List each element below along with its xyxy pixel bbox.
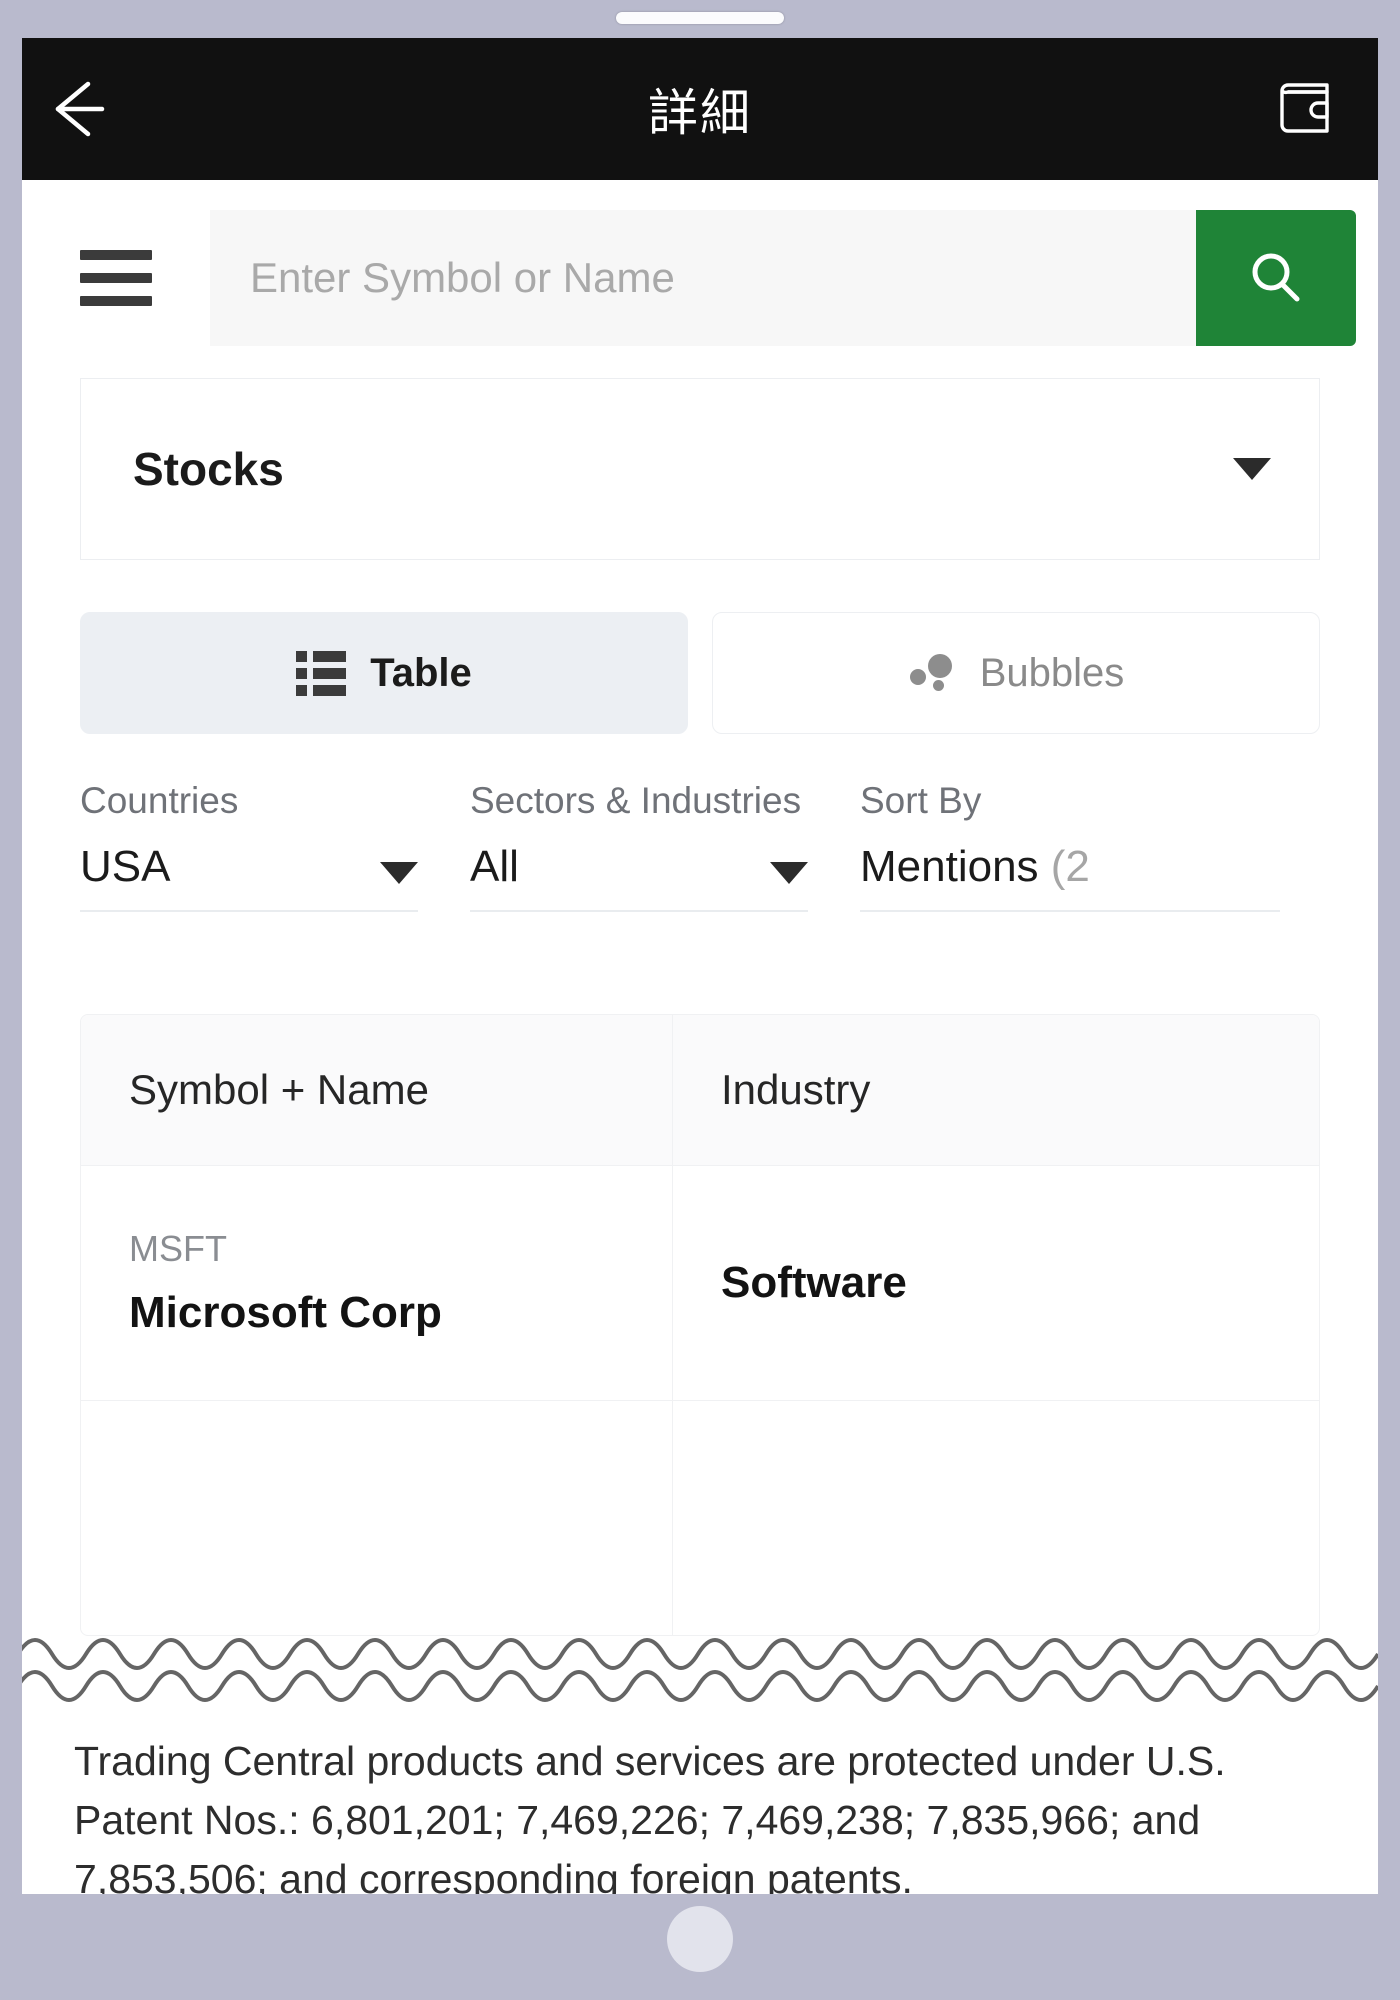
- column-header-industry[interactable]: Industry: [673, 1015, 1319, 1165]
- results-table: Symbol + Name Industry MSFT Microsoft Co…: [80, 1014, 1320, 1636]
- search-icon: [1252, 253, 1300, 302]
- search-input[interactable]: [210, 210, 1196, 346]
- hamburger-bar: [80, 296, 152, 306]
- wallet-icon: [1280, 83, 1329, 133]
- row-industry: Software: [721, 1258, 907, 1307]
- filter-countries-select[interactable]: USA: [80, 840, 418, 912]
- filter-sectors-label: Sectors & Industries: [470, 780, 802, 821]
- asset-class-value: Stocks: [133, 443, 284, 495]
- back-button[interactable]: [46, 67, 130, 151]
- row-ticker: MSFT: [129, 1228, 227, 1269]
- arrow-left-icon: [55, 81, 105, 137]
- search-bar: [22, 180, 1378, 364]
- cell-industry: [673, 1401, 1319, 1635]
- bubbles-icon: [908, 652, 956, 694]
- filter-countries-label: Countries: [80, 780, 239, 821]
- app-bar: 詳細: [22, 38, 1378, 180]
- filter-sectors-select[interactable]: All: [470, 840, 808, 912]
- wavy-tear-icon: [22, 1638, 1378, 1702]
- chevron-down-icon: [770, 862, 808, 884]
- filter-sortby-label: Sort By: [860, 780, 982, 821]
- tab-bubbles-label: Bubbles: [979, 650, 1125, 695]
- search-field-group: [210, 210, 1356, 346]
- hamburger-bar: [80, 273, 152, 283]
- row-company-name: Microsoft Corp: [129, 1288, 442, 1337]
- search-button[interactable]: [1196, 210, 1356, 346]
- cell-industry: Software: [673, 1166, 1319, 1400]
- page-title: 詳細: [648, 85, 752, 141]
- tab-table[interactable]: Table: [80, 612, 688, 734]
- tab-table-label: Table: [370, 650, 472, 695]
- filter-sortby-select[interactable]: Mentions (2: [860, 840, 1280, 912]
- list-table-icon: [296, 650, 347, 696]
- column-header-symbol-name[interactable]: Symbol + Name: [81, 1015, 673, 1165]
- filter-countries: Countries USA: [80, 780, 470, 912]
- table-row[interactable]: [81, 1400, 1319, 1635]
- filter-sectors-value: All: [470, 842, 519, 891]
- chevron-down-icon: [1233, 458, 1271, 480]
- hamburger-menu-icon[interactable]: [80, 250, 152, 306]
- filter-sortby: Sort By Mentions (2: [860, 780, 1280, 912]
- filter-sortby-value: Mentions (2: [860, 842, 1090, 891]
- table-header-row: Symbol + Name Industry: [81, 1015, 1319, 1165]
- chevron-down-icon: [380, 862, 418, 884]
- table-row[interactable]: MSFT Microsoft Corp Software: [81, 1165, 1319, 1400]
- view-toggle-group: Table Bubbles: [80, 612, 1320, 734]
- asset-class-dropdown[interactable]: Stocks: [80, 378, 1320, 560]
- cell-symbol-name: [81, 1401, 673, 1635]
- tab-bubbles[interactable]: Bubbles: [712, 612, 1320, 734]
- footer-disclaimer: Trading Central products and services ar…: [74, 1738, 1226, 1894]
- filter-sectors: Sectors & Industries All: [470, 780, 860, 912]
- filters-row: Countries USA Sectors & Industries All S…: [22, 780, 1378, 912]
- speaker-grille: [616, 12, 784, 24]
- content-break-separator: [22, 1628, 1378, 1706]
- filter-countries-value: USA: [80, 842, 171, 891]
- hamburger-bar: [80, 250, 152, 260]
- home-button[interactable]: [667, 1906, 733, 1972]
- device-screen: 詳細 Enter Symbol or Name Stocks Table Bub…: [22, 38, 1378, 1894]
- wallet-button[interactable]: [1268, 72, 1342, 146]
- device-frame: 詳細 Enter Symbol or Name Stocks Table Bub…: [0, 0, 1400, 2000]
- cell-symbol-name: MSFT Microsoft Corp: [81, 1166, 673, 1400]
